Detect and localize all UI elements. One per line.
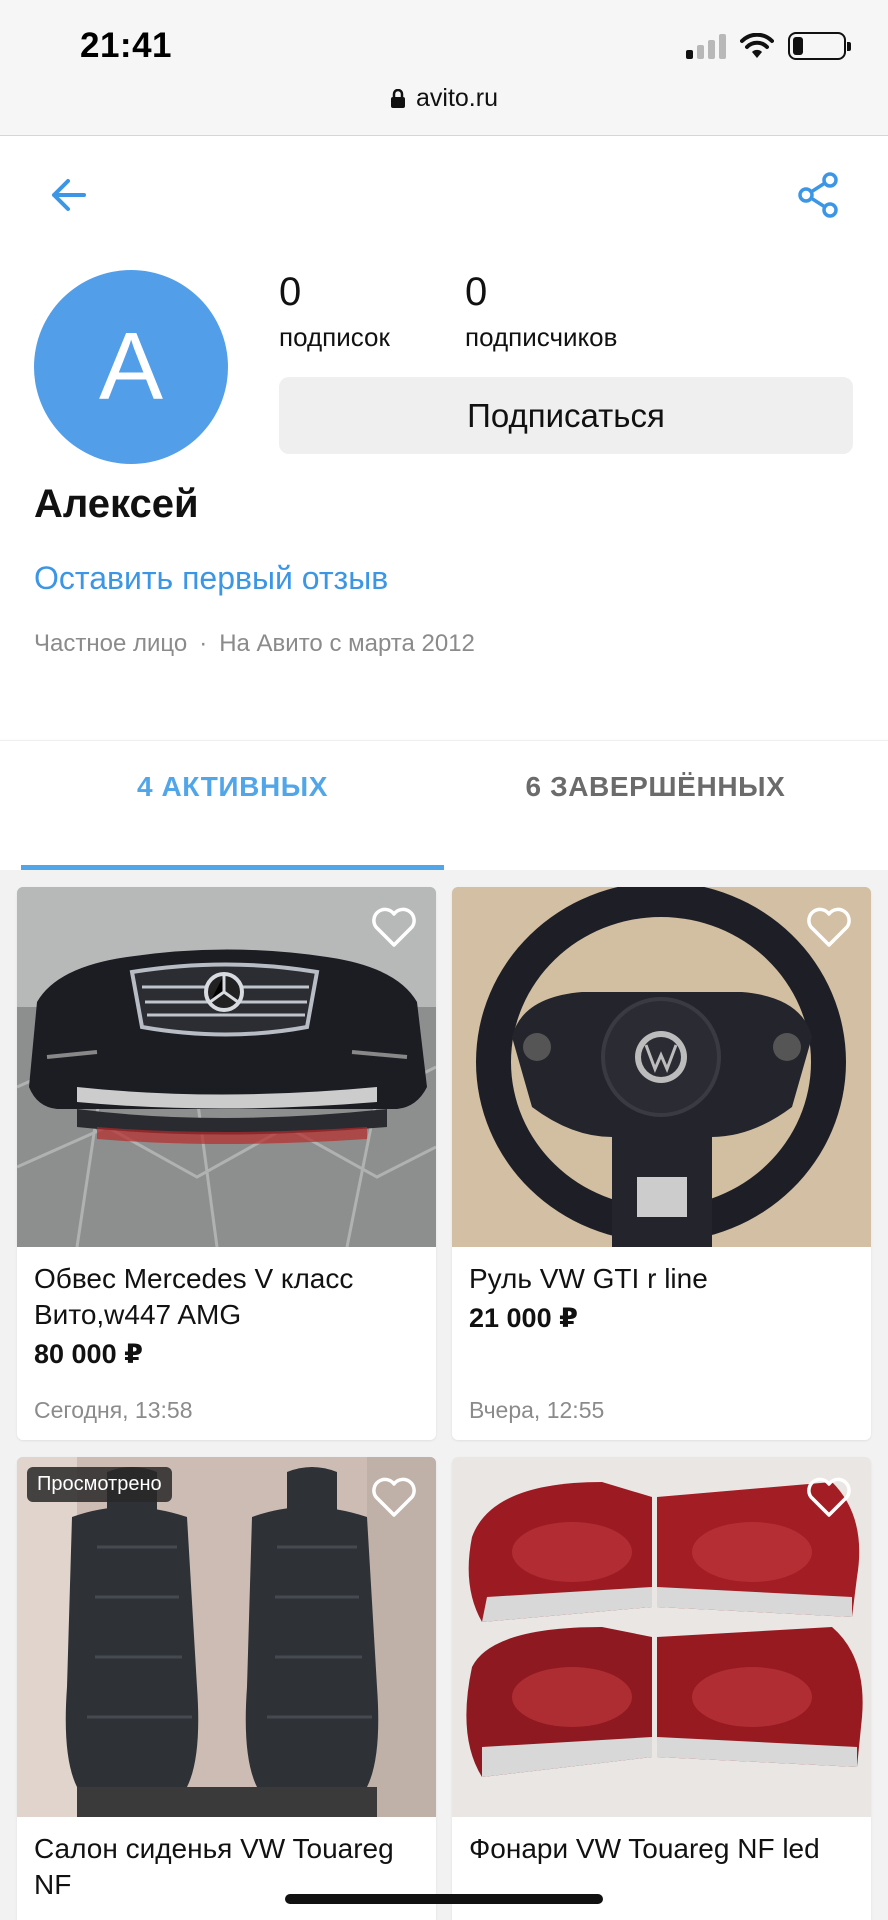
listing-card[interactable]: Руль VW GTI r line 21 000 ₽ Вчера, 12:55: [452, 887, 871, 1440]
listing-card[interactable]: Обвес Mercedes V класс Вито,w447 AMG 80 …: [17, 887, 436, 1440]
share-icon[interactable]: [794, 170, 844, 220]
listing-title: Фонари VW Touareg NF led: [469, 1833, 820, 1864]
cellular-signal-icon: [686, 33, 726, 59]
leave-review-link[interactable]: Оставить первый отзыв: [34, 560, 388, 597]
status-time: 21:41: [80, 26, 173, 65]
seller-type: Частное лицо: [34, 630, 188, 657]
tail-lights-photo: [452, 1457, 871, 1817]
listing-tabs: 4 АКТИВНЫХ 6 ЗАВЕРШЁННЫХ: [0, 740, 888, 870]
browser-top-bar: 21:41 avito.ru: [0, 0, 888, 136]
battery-level: [793, 37, 803, 55]
subscribe-button[interactable]: Подписаться: [279, 377, 853, 454]
favorite-heart-icon[interactable]: [805, 1475, 853, 1519]
tab-completed-listings[interactable]: 6 ЗАВЕРШЁННЫХ: [444, 771, 867, 803]
listing-price: 21 000 ₽: [469, 1303, 578, 1333]
url-bar[interactable]: avito.ru: [0, 84, 888, 113]
meta-separator: ·: [199, 630, 208, 657]
car-seats-photo: Просмотрено: [17, 1457, 436, 1817]
seller-meta: Частное лицо · На Авито с марта 2012: [34, 630, 475, 658]
status-icons: [686, 32, 851, 60]
favorite-heart-icon[interactable]: [805, 905, 853, 949]
user-name: Алексей: [34, 482, 199, 526]
viewed-badge: Просмотрено: [27, 1467, 172, 1502]
listing-title: Салон сиденья VW Touareg NF: [34, 1833, 394, 1900]
listing-card[interactable]: Фонари VW Touareg NF led: [452, 1457, 871, 1920]
listing-title: Руль VW GTI r line: [469, 1263, 708, 1294]
tab-active-listings[interactable]: 4 АКТИВНЫХ: [21, 771, 444, 803]
listing-date: Вчера, 12:55: [469, 1397, 605, 1423]
subscriptions-label: подписок: [279, 322, 390, 352]
lock-icon: [391, 88, 405, 108]
member-since: На Авито с марта 2012: [219, 630, 475, 657]
subscribers-label: подписчиков: [465, 322, 618, 352]
listing-price: 80 000 ₽: [34, 1339, 143, 1369]
listing-date: Сегодня, 13:58: [34, 1397, 193, 1423]
wifi-icon: [740, 33, 774, 58]
bumper-photo: [17, 887, 436, 1247]
subscribers-stat[interactable]: 0 подписчиков: [465, 270, 617, 353]
listing-title: Обвес Mercedes V класс Вито,w447 AMG: [34, 1263, 354, 1330]
favorite-heart-icon[interactable]: [370, 905, 418, 949]
subscriptions-stat[interactable]: 0 подписок: [279, 270, 390, 353]
listing-card[interactable]: Просмотрено Салон сиденья VW Touareg NF: [17, 1457, 436, 1920]
subscribers-count: 0: [465, 270, 488, 314]
avatar: А: [34, 270, 228, 464]
steering-wheel-photo: [452, 887, 871, 1247]
battery-icon: [788, 32, 851, 60]
back-arrow-icon[interactable]: [44, 170, 94, 220]
favorite-heart-icon[interactable]: [370, 1475, 418, 1519]
url-text: avito.ru: [416, 84, 498, 112]
home-indicator: [285, 1894, 603, 1904]
subscriptions-count: 0: [279, 270, 302, 314]
avito-profile-page: 21:41 avito.ru А 0 подписок 0 подписчико…: [0, 0, 888, 1920]
